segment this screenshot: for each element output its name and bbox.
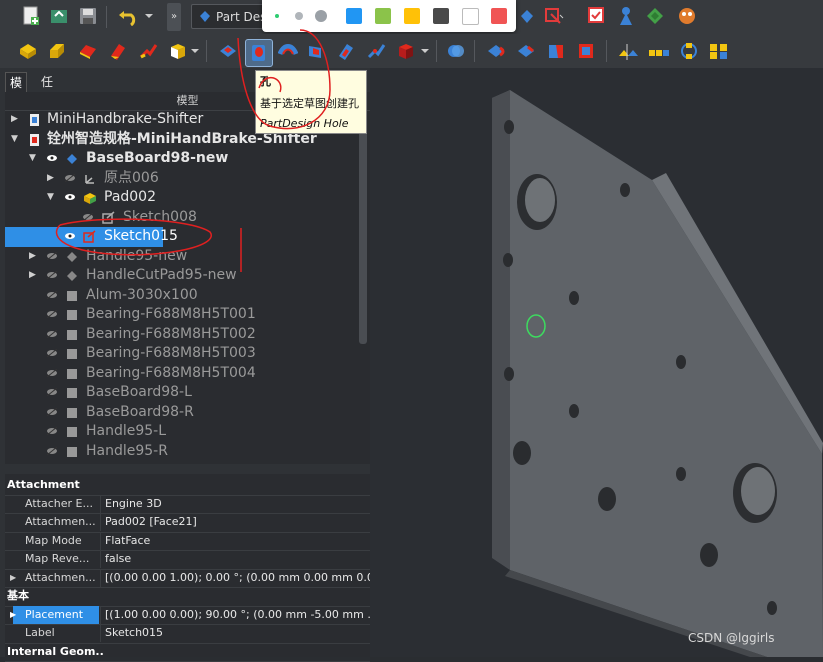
annotation-overlay	[0, 0, 823, 657]
csdn-watermark: CSDN @lggirls	[688, 631, 774, 645]
expand-arrow-icon[interactable]: ▶	[10, 606, 16, 624]
